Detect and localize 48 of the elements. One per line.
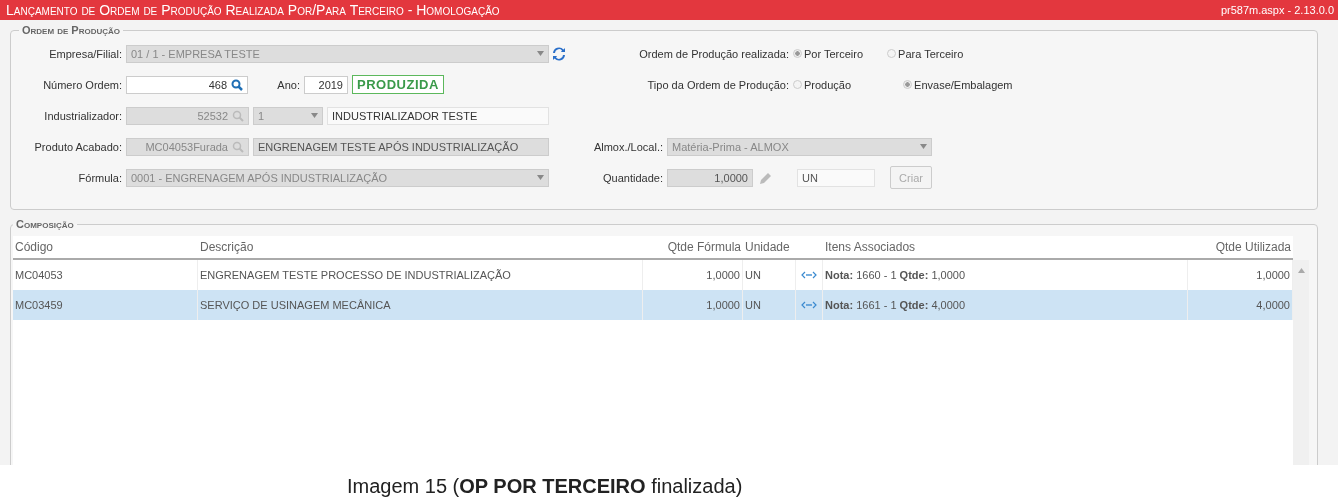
table-cell: UN [743, 290, 796, 320]
order-number-field[interactable]: 468 [126, 75, 248, 94]
figure-caption: Imagem 15 (OP POR TERCEIRO finalizada) [347, 475, 743, 498]
year-field[interactable]: 2019 [304, 75, 348, 94]
unit-field: UN [797, 168, 875, 187]
caret-icon [537, 175, 544, 180]
field-label: Número Ordem: [42, 78, 122, 91]
window-title: Lançamento de Ordem de Produção Realizada Por/Para Terceiro - Homologação [6, 2, 500, 18]
caret-icon [537, 51, 544, 56]
column-header: Qtde Fórmula [666, 239, 742, 256]
refresh-icon[interactable] [553, 46, 565, 61]
caret-icon [311, 113, 318, 118]
field-label: Tipo da Ordem de Produção: [646, 78, 789, 91]
table-cell: SERVIÇO DE USINAGEM MECÂNICA [198, 290, 643, 320]
field-label: Fórmula: [77, 171, 122, 184]
radio-option[interactable]: Por Terceiro [793, 47, 864, 60]
table-row[interactable]: MC03459 SERVIÇO DE USINAGEM MECÂNICA 1,0000 UN Nota: 1661 - 1 Qtde: 4,0000 4,0000 [13, 290, 1293, 320]
field-label: Ordem de Produção realizada: [638, 47, 789, 60]
field-label: Empresa/Filial: [48, 47, 122, 60]
search-icon[interactable] [231, 78, 243, 91]
column-header: Itens Associados [824, 239, 917, 256]
caret-icon [920, 144, 927, 149]
radio-option[interactable]: Produção [793, 78, 852, 91]
field-label: Almox./Local.: [592, 140, 663, 153]
section-title: Ordem de Produção [21, 24, 121, 36]
description-field: ENGRENAGEM TESTE APÓS INDUSTRIALIZAÇÃO [253, 137, 549, 156]
column-header: Código [14, 239, 55, 256]
field-label: Industrializador: [43, 109, 122, 122]
version-label: pr587m.aspx - 2.13.0.0 [1220, 4, 1334, 16]
field-label: Ano: [276, 78, 300, 91]
field-label: Produto Acabado: [33, 140, 122, 153]
link-icon[interactable] [801, 271, 817, 279]
column-header: Descrição [199, 239, 255, 256]
column-header: Qtde Utilizada [1214, 239, 1292, 256]
table-cell: Nota: 1661 - 1 Qtde: 4,0000 [823, 290, 1188, 320]
table-cell: 1,0000 [643, 290, 743, 320]
status-badge: PRODUZIDA [352, 75, 444, 94]
scrollbar[interactable] [1293, 260, 1309, 465]
table-cell: MC03459 [13, 290, 198, 320]
pencil-icon[interactable] [759, 170, 773, 185]
name-field: INDUSTRIALIZADOR TESTE [327, 106, 549, 125]
radio-option[interactable]: Para Terceiro [887, 47, 964, 60]
field-label: Quantidade: [602, 171, 663, 184]
link-icon[interactable] [801, 301, 817, 309]
radio-option[interactable]: Envase/Embalagem [903, 78, 1013, 91]
column-header: Unidade [744, 239, 791, 256]
section-title: Composição [15, 218, 75, 230]
scroll-up-icon[interactable] [1297, 268, 1305, 273]
